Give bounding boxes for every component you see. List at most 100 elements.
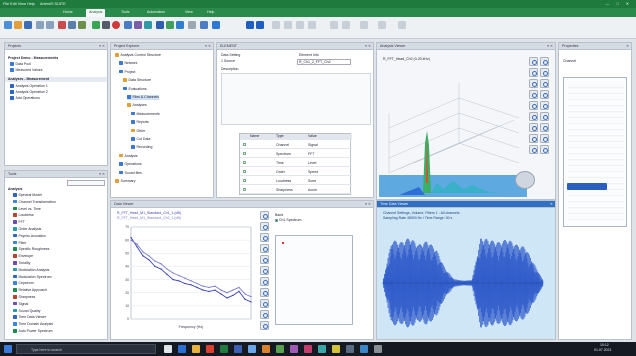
scale-icon[interactable]: [260, 266, 269, 275]
pan-icon[interactable]: [260, 222, 269, 231]
tree-item[interactable]: Measurements: [131, 111, 160, 117]
tool-item[interactable]: Loudness: [13, 213, 34, 218]
row-checkbox[interactable]: [243, 152, 246, 155]
tool-item[interactable]: Level vs. Time: [13, 206, 41, 212]
zoom-icon[interactable]: [124, 21, 132, 29]
tools-search-input[interactable]: [67, 180, 105, 186]
legend-icon[interactable]: [260, 288, 269, 297]
app-icon[interactable]: [234, 345, 242, 353]
redo-icon[interactable]: [46, 21, 54, 29]
explorer-icon[interactable]: [192, 345, 200, 353]
tool-icon[interactable]: [330, 21, 338, 29]
app-icon[interactable]: [332, 345, 340, 353]
app-menu[interactable]: File Edit View Help: [3, 2, 35, 6]
tool-item[interactable]: Tonality: [13, 261, 30, 266]
settings-icon[interactable]: [260, 321, 269, 330]
export-icon[interactable]: [529, 112, 538, 121]
undo-icon[interactable]: [36, 21, 44, 29]
description-area[interactable]: [221, 73, 371, 125]
table-row[interactable]: Loudness Sone: [240, 177, 352, 185]
app-icon[interactable]: [290, 345, 298, 353]
filter-icon[interactable]: [529, 134, 538, 143]
view-icon[interactable]: [529, 101, 538, 110]
tool-item[interactable]: Sound Quality: [13, 308, 41, 314]
marker-icon[interactable]: [260, 244, 269, 253]
app-icon[interactable]: [248, 345, 256, 353]
tool-item[interactable]: Auto Power Spectrum: [13, 329, 53, 334]
tree-item[interactable]: Project: [119, 69, 135, 75]
tree-item[interactable]: Summary: [115, 179, 135, 184]
tool-icon[interactable]: [284, 21, 292, 29]
stop-icon[interactable]: [102, 21, 110, 29]
list-item[interactable]: Measured Values: [10, 68, 42, 73]
copy-icon[interactable]: [260, 310, 269, 319]
tool-item[interactable]: Envelope: [13, 254, 33, 259]
clock-date[interactable]: 01.07.2021: [594, 348, 612, 353]
tab-home[interactable]: Home: [60, 9, 76, 17]
zoom-icon[interactable]: [529, 57, 538, 66]
edge-icon[interactable]: [178, 345, 186, 353]
legend-icon[interactable]: [529, 145, 538, 154]
run-icon[interactable]: [246, 21, 254, 29]
zoom-icon[interactable]: [260, 211, 269, 220]
row-checkbox[interactable]: [243, 170, 246, 173]
row-checkbox[interactable]: [243, 161, 246, 164]
table-row[interactable]: Time Level: [240, 159, 352, 167]
table-row[interactable]: Order Speed: [240, 168, 352, 176]
tree-item[interactable]: Data Structure: [123, 78, 151, 83]
tool-icon[interactable]: [378, 21, 386, 29]
color-icon[interactable]: [529, 90, 538, 99]
table-row[interactable]: Sharpness Acum: [240, 186, 352, 194]
measure-icon[interactable]: [144, 21, 152, 29]
tool-icon[interactable]: [342, 21, 350, 29]
office-icon[interactable]: [206, 345, 214, 353]
tool-icon[interactable]: [272, 21, 280, 29]
artemis-icon[interactable]: [220, 345, 228, 353]
app-icon[interactable]: [318, 345, 326, 353]
tool-item[interactable]: Signal: [13, 301, 28, 307]
waterfall-plot[interactable]: [379, 63, 527, 197]
table-row[interactable]: Channel Signal: [240, 141, 352, 149]
open-icon[interactable]: [14, 21, 22, 29]
list-item[interactable]: Analysis Operation 1: [10, 84, 48, 89]
window-controls[interactable]: — □ ✕: [606, 1, 632, 6]
tree-item[interactable]: Evaluations: [123, 86, 147, 92]
tree-item[interactable]: Analyses: [127, 103, 147, 108]
tree-item[interactable]: Reports: [131, 120, 149, 125]
list-item[interactable]: Add Operations: [10, 96, 40, 101]
rotate-icon[interactable]: [529, 68, 538, 77]
tab-automation[interactable]: Automation: [144, 9, 168, 17]
tree-item[interactable]: Files & Channels: [127, 95, 159, 100]
batch-icon[interactable]: [256, 21, 264, 29]
tab-analysis[interactable]: Analysis: [86, 9, 106, 17]
channel-list[interactable]: [563, 77, 627, 227]
scale-icon[interactable]: [540, 90, 549, 99]
app-icon[interactable]: [304, 345, 312, 353]
tab-tools[interactable]: Tools: [118, 9, 132, 17]
report-icon[interactable]: [176, 21, 184, 29]
tool-item[interactable]: Modulation Analysis: [13, 267, 49, 273]
list-item[interactable]: Analysis Operation 2: [10, 90, 48, 95]
print-icon[interactable]: [529, 123, 538, 132]
tool-icon[interactable]: [308, 21, 316, 29]
band-option[interactable]: Ch1 Spectrum: [275, 218, 301, 223]
navigation-cube[interactable]: [515, 171, 535, 189]
tree-item[interactable]: Sound files: [119, 170, 142, 176]
cursor-icon[interactable]: [540, 68, 549, 77]
tool-icon[interactable]: [360, 21, 368, 29]
row-checkbox[interactable]: [243, 143, 246, 146]
measure-icon[interactable]: [529, 79, 538, 88]
tool-item[interactable]: Modulation Spectrum: [13, 274, 52, 280]
tree-item[interactable]: Network: [119, 61, 137, 66]
task-view-icon[interactable]: [164, 345, 172, 353]
copy-icon[interactable]: [68, 21, 76, 29]
pan-icon[interactable]: [540, 57, 549, 66]
tool-item[interactable]: Relative Approach: [13, 288, 47, 293]
cursor-icon[interactable]: [260, 233, 269, 242]
tool-item[interactable]: FFT: [13, 220, 25, 225]
tool-item[interactable]: Cepstrum: [13, 281, 34, 286]
row-checkbox[interactable]: [243, 188, 246, 191]
tool-item[interactable]: Time Domain Analysis: [13, 322, 53, 327]
save-icon[interactable]: [24, 21, 32, 29]
axis-icon[interactable]: [540, 101, 549, 110]
